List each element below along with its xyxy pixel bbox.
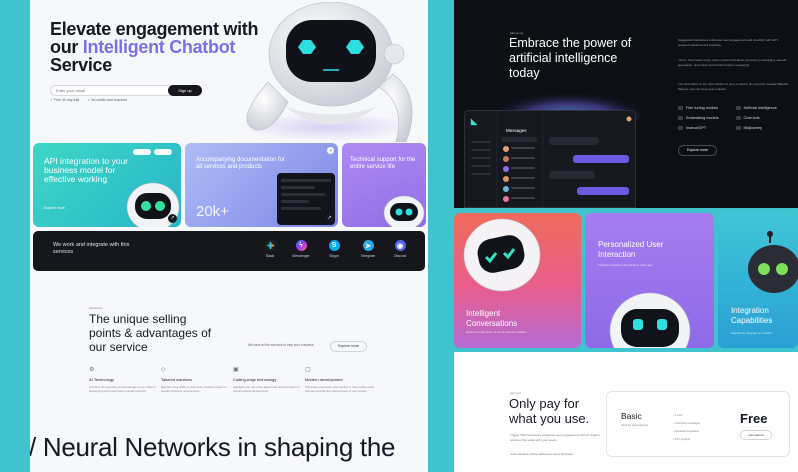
explore-more-button[interactable]: Explore more [678,145,717,156]
check-icon: ✓ No credit card required [87,98,127,102]
service-messenger[interactable]: ϟ Messenger [286,240,316,258]
intelligent-conversations-card[interactable]: Intelligent Conversations Experience the… [454,213,581,348]
check-icon: ✓ Free 30 day trial [50,98,80,102]
technical-support-card[interactable]: Technical support for the entire service… [342,143,426,227]
doc-count: 20k+ [196,203,229,220]
cube-icon: ▣ [233,367,239,373]
explore-more-button[interactable]: Explore more [330,341,367,352]
basic-plan-card: Basic Ideal for personal use • 1 user • … [606,391,790,457]
list-item: Artificial intelligence [736,106,794,110]
card-title: Accompanying documentation for all servi… [196,157,286,170]
get-started-button[interactable]: Get started [740,430,772,440]
pricing-title: Only pay for what you use. [509,396,590,426]
list-item: • 24/7 support [673,437,691,441]
feature-modern-development: ▢ Modern development Showcase successful… [305,367,375,393]
api-integration-card[interactable]: API integration to your business model f… [33,143,181,227]
list-item: • 1 user [673,413,683,417]
discord-icon: ◉ [394,240,406,251]
telegram-icon: ➤ [362,240,374,251]
card-description: Tailored interactions that adapt to each… [598,263,653,267]
messenger-icon: ϟ [295,240,307,251]
chip-icon: ⚙ [89,367,95,373]
card-tag [154,149,172,155]
robot-icon [748,231,798,293]
landing-page-left: Elevate engagement with our Intelligent … [30,0,428,472]
robot-icon [463,218,541,292]
arrow-icon[interactable]: ↗ [325,214,334,223]
feature-cutting-edge: ▣ Cutting-edge technology Highlight your… [233,366,303,393]
slack-icon [264,240,276,251]
card-tag [133,149,151,155]
feature-tailored-solutions: ◇ Tailored solutions Maintain easy abili… [161,366,231,393]
list-item: Midjourney [736,126,794,130]
list-item: • Standard templates [673,429,700,433]
integrations-title: We work and integrate with this services [53,242,130,255]
about-section: [about us] Embrace the power of artifici… [454,0,798,208]
signup-benefits: ✓ Free 30 day trial ✓ No credit card req… [50,98,127,102]
neural-networks-heading: / Neural Networks in shaping the [30,432,396,462]
card-title: Technical support for the entire service… [350,157,416,170]
shield-icon: ◇ [161,367,166,373]
card-title: Integration Capabilities [731,306,773,325]
ai-features-list: Fine tuning models Artificial intelligen… [678,106,793,130]
list-item: • Unlimited messages [673,421,700,425]
usp-title: The unique selling points & advantages o… [89,312,212,354]
code-icon: ▢ [305,367,311,373]
robot-icon [383,195,425,227]
section-tag: [pricing] [510,391,521,395]
service-skype[interactable]: S Skype [319,240,349,258]
plan-price: Free [740,411,768,426]
list-item: Fine tuning models [678,106,736,110]
section-tag: [services] [89,306,102,310]
plan-name: Basic [621,411,642,421]
card-title: API integration to your business model f… [44,156,129,184]
usp-subtitle: We have all the services to help your bu… [248,343,314,347]
pricing-section: [pricing] Only pay for what you use. Tri… [454,352,798,472]
plan-features: • 1 user • Unlimited messages • Standard… [673,411,700,443]
list-item: InstructGPT [678,126,736,130]
service-telegram[interactable]: ➤ Telegram [353,240,383,258]
plan-subtitle: Ideal for personal use [621,423,648,427]
hero-title-accent: Intelligent Chatbot [82,37,236,57]
section-tag: [about us] [510,31,524,35]
about-paragraph: You're, have learnt every system perform… [678,58,788,67]
arrow-icon[interactable]: ↗ [168,214,177,223]
pricing-description: Trigger that businesses enhanced user en… [510,433,600,442]
integrations-bar: We work and integrate with this services… [33,231,425,271]
integration-capabilities-card[interactable]: Integration Capabilities Seamlessly inte… [718,213,798,348]
email-field[interactable] [50,84,174,96]
signup-button[interactable]: Sign up [168,84,202,96]
chat-app-mockup: ◣ Messages [464,110,636,208]
list-item: Embedding models [678,116,736,120]
explore-more-link[interactable]: Explore more [44,206,65,210]
about-title: Embrace the power of artificial intellig… [509,36,632,80]
card-description: Seamlessly integrate our chatbot [731,331,772,335]
robot-icon [609,292,691,348]
about-paragraph: Suggested businesses enhanced user engag… [678,38,779,47]
arrow-icon[interactable]: ↗ [327,147,334,154]
personalized-interaction-card[interactable]: Personalized User Interaction Tailored i… [585,213,714,348]
feature-ai-technology: ⚙ AI Technology Combine the expertise an… [89,366,159,393]
email-signup-form: Sign up [50,84,202,96]
robot-hero-image [238,2,418,142]
service-discord[interactable]: ◉ Discord [385,240,415,258]
card-title: Intelligent Conversations [466,309,518,328]
documentation-card[interactable]: Accompanying documentation for all servi… [185,143,338,227]
service-slack[interactable]: Slack [255,240,285,258]
card-title: Personalized User Interaction [598,240,664,259]
skype-icon: S [328,240,340,251]
about-paragraph: The best effect on the right solution to… [678,82,788,91]
chat-app-ui [471,111,632,208]
pricing-description: Cost-effective pricing tailored to every… [510,452,574,456]
card-description: Experience the power of our AI-powered c… [466,330,526,334]
list-item: Chat bots [736,116,794,120]
